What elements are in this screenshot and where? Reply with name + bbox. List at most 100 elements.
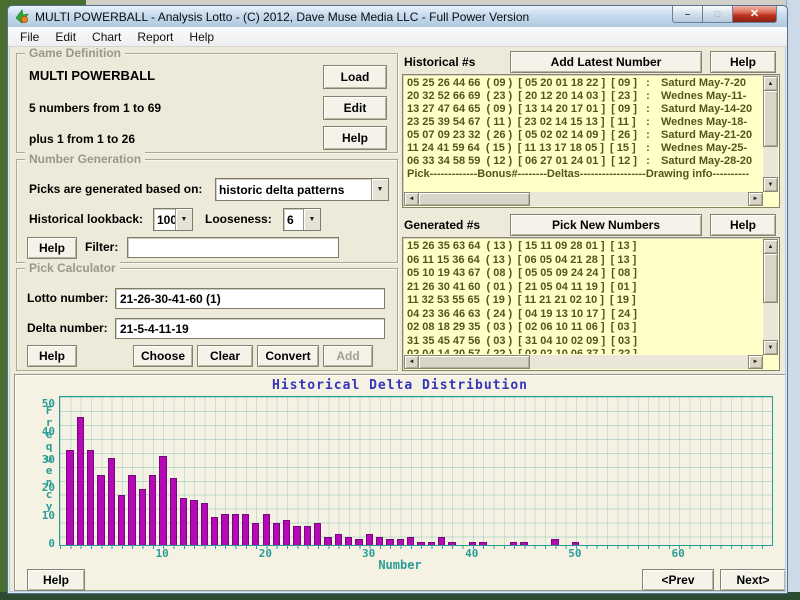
- row-date: Wednes May-11-: [661, 90, 746, 102]
- help-button-game[interactable]: Help: [323, 126, 387, 150]
- table-row[interactable]: 05 07 09 23 32 ( 26 ) [ 05 02 02 14 09 ]…: [407, 129, 762, 142]
- menu-file[interactable]: File: [12, 28, 47, 46]
- clear-button[interactable]: Clear: [197, 345, 253, 367]
- histogram-bar: [232, 514, 239, 545]
- scroll-left-icon[interactable]: ◄: [404, 355, 419, 369]
- based-on-select[interactable]: historic delta patterns ▼: [215, 178, 389, 201]
- histogram-plot: [59, 396, 773, 546]
- game-rule-2: plus 1 from 1 to 26: [29, 132, 135, 146]
- y-axis-tick: 40: [27, 425, 55, 438]
- table-row[interactable]: 04 23 36 46 63 ( 24 ) [ 04 19 13 10 17 ]…: [407, 308, 762, 322]
- scrollbar-thumb[interactable]: [418, 192, 530, 206]
- generated-title: Generated #s: [404, 218, 480, 232]
- filter-input[interactable]: [127, 237, 339, 258]
- table-row[interactable]: 05 25 26 44 66 ( 09 ) [ 05 20 01 18 22 ]…: [407, 77, 762, 90]
- row-date: Wednes May-25-: [661, 142, 747, 154]
- historical-listbox[interactable]: 05 25 26 44 66 ( 09 ) [ 05 20 01 18 22 ]…: [402, 74, 780, 208]
- scroll-left-icon[interactable]: ◄: [404, 192, 419, 206]
- row-separator: :: [635, 142, 661, 155]
- row-numbers: 05 25 26 44 66 ( 09 ) [ 05 20 01 18 22 ]…: [407, 77, 635, 90]
- menu-edit[interactable]: Edit: [47, 28, 84, 46]
- help-button-chart[interactable]: Help: [27, 569, 85, 591]
- menu-report[interactable]: Report: [129, 28, 181, 46]
- table-row[interactable]: 02 04 14 20 57 ( 22 ) [ 02 02 10 06 37 ]…: [407, 348, 762, 354]
- lookback-label: Historical lookback:: [29, 212, 143, 226]
- help-button-generated[interactable]: Help: [710, 214, 776, 236]
- generated-listbox[interactable]: 15 26 35 63 64 ( 13 ) [ 15 11 09 28 01 ]…: [402, 237, 780, 371]
- table-row[interactable]: 31 35 45 47 56 ( 03 ) [ 31 04 10 02 09 ]…: [407, 335, 762, 349]
- prev-button[interactable]: <Prev: [642, 569, 714, 591]
- app-window: MULTI POWERBALL - Analysis Lotto - (C) 2…: [7, 5, 788, 594]
- scroll-right-icon[interactable]: ►: [748, 192, 763, 206]
- scrollbar-thumb[interactable]: [763, 90, 778, 147]
- based-on-value: historic delta patterns: [219, 179, 372, 200]
- lotto-number-input[interactable]: 21-26-30-41-60 (1): [115, 288, 385, 309]
- scroll-up-icon[interactable]: ▲: [763, 239, 778, 254]
- add-button: Add: [323, 345, 373, 367]
- y-axis-tick: 0: [27, 537, 55, 550]
- scrollbar-thumb[interactable]: [763, 253, 778, 303]
- vertical-scrollbar[interactable]: ▲ ▼: [763, 239, 778, 355]
- histogram-bar: [87, 450, 94, 545]
- table-row[interactable]: 06 33 34 58 59 ( 12 ) [ 06 27 01 24 01 ]…: [407, 155, 762, 168]
- histogram-bar: [201, 503, 208, 545]
- maximize-button[interactable]: □: [702, 6, 733, 23]
- horizontal-scrollbar[interactable]: ◄ ►: [404, 192, 763, 206]
- row-separator: :: [635, 103, 661, 116]
- close-button[interactable]: ✕: [732, 6, 777, 23]
- vertical-scrollbar[interactable]: ▲ ▼: [763, 76, 778, 192]
- table-row[interactable]: 11 24 41 59 64 ( 15 ) [ 11 13 17 18 05 ]…: [407, 142, 762, 155]
- scrollbar-thumb[interactable]: [418, 355, 530, 369]
- row-separator: :: [635, 155, 661, 168]
- table-row[interactable]: 13 27 47 64 65 ( 09 ) [ 13 14 20 17 01 ]…: [407, 103, 762, 116]
- scroll-right-icon[interactable]: ►: [748, 355, 763, 369]
- menu-help[interactable]: Help: [181, 28, 222, 46]
- edit-button[interactable]: Edit: [323, 96, 387, 120]
- y-axis-tick: 10: [27, 509, 55, 522]
- title-bar[interactable]: MULTI POWERBALL - Analysis Lotto - (C) 2…: [8, 6, 787, 27]
- y-axis-tick: 50: [27, 397, 55, 410]
- load-button[interactable]: Load: [323, 65, 387, 89]
- histogram-bar: [263, 514, 270, 545]
- histogram-bar: [293, 526, 300, 546]
- scroll-down-icon[interactable]: ▼: [763, 340, 778, 355]
- table-row[interactable]: 11 32 53 55 65 ( 19 ) [ 11 21 21 02 10 ]…: [407, 294, 762, 308]
- row-separator: :: [635, 129, 661, 142]
- app-icon: [14, 9, 29, 24]
- scroll-up-icon[interactable]: ▲: [763, 76, 778, 91]
- scroll-down-icon[interactable]: ▼: [763, 177, 778, 192]
- lookback-select[interactable]: 100 ▼: [153, 208, 193, 231]
- help-button-historical[interactable]: Help: [710, 51, 776, 73]
- table-row[interactable]: 15 26 35 63 64 ( 13 ) [ 15 11 09 28 01 ]…: [407, 240, 762, 254]
- pick-new-numbers-button[interactable]: Pick New Numbers: [510, 214, 702, 236]
- histogram-bar: [438, 537, 445, 545]
- help-button-calculator[interactable]: Help: [27, 345, 77, 367]
- minimize-button[interactable]: –: [672, 6, 703, 23]
- add-latest-number-button[interactable]: Add Latest Number: [510, 51, 702, 73]
- table-row[interactable]: 20 32 52 66 69 ( 23 ) [ 20 12 20 14 03 ]…: [407, 90, 762, 103]
- row-separator: :: [635, 116, 661, 129]
- help-button-generation[interactable]: Help: [27, 237, 77, 259]
- looseness-select[interactable]: 6 ▼: [283, 208, 321, 231]
- chevron-down-icon[interactable]: ▼: [175, 209, 192, 230]
- chevron-down-icon[interactable]: ▼: [371, 179, 388, 200]
- table-row[interactable]: 21 26 30 41 60 ( 01 ) [ 21 05 04 11 19 ]…: [407, 281, 762, 295]
- historical-title: Historical #s: [404, 55, 475, 69]
- row-date: Saturd May-21-20: [661, 129, 752, 141]
- menu-chart[interactable]: Chart: [84, 28, 129, 46]
- table-row[interactable]: 02 08 18 29 35 ( 03 ) [ 02 06 10 11 06 ]…: [407, 321, 762, 335]
- row-numbers: 05 07 09 23 32 ( 26 ) [ 05 02 02 14 09 ]…: [407, 129, 635, 142]
- histogram-bar: [273, 523, 280, 545]
- histogram-bar: [304, 526, 311, 546]
- choose-button[interactable]: Choose: [133, 345, 193, 367]
- next-button[interactable]: Next>: [720, 569, 785, 591]
- convert-button[interactable]: Convert: [257, 345, 319, 367]
- delta-number-input[interactable]: 21-5-4-11-19: [115, 318, 385, 339]
- y-axis-tick: 30: [27, 453, 55, 466]
- table-row[interactable]: 23 25 39 54 67 ( 11 ) [ 23 02 14 15 13 ]…: [407, 116, 762, 129]
- table-row[interactable]: 05 10 19 43 67 ( 08 ) [ 05 05 09 24 24 ]…: [407, 267, 762, 281]
- table-row[interactable]: 06 11 15 36 64 ( 13 ) [ 06 05 04 21 28 ]…: [407, 254, 762, 268]
- horizontal-scrollbar[interactable]: ◄ ►: [404, 355, 763, 369]
- chevron-down-icon[interactable]: ▼: [303, 209, 320, 230]
- game-name: MULTI POWERBALL: [29, 68, 155, 83]
